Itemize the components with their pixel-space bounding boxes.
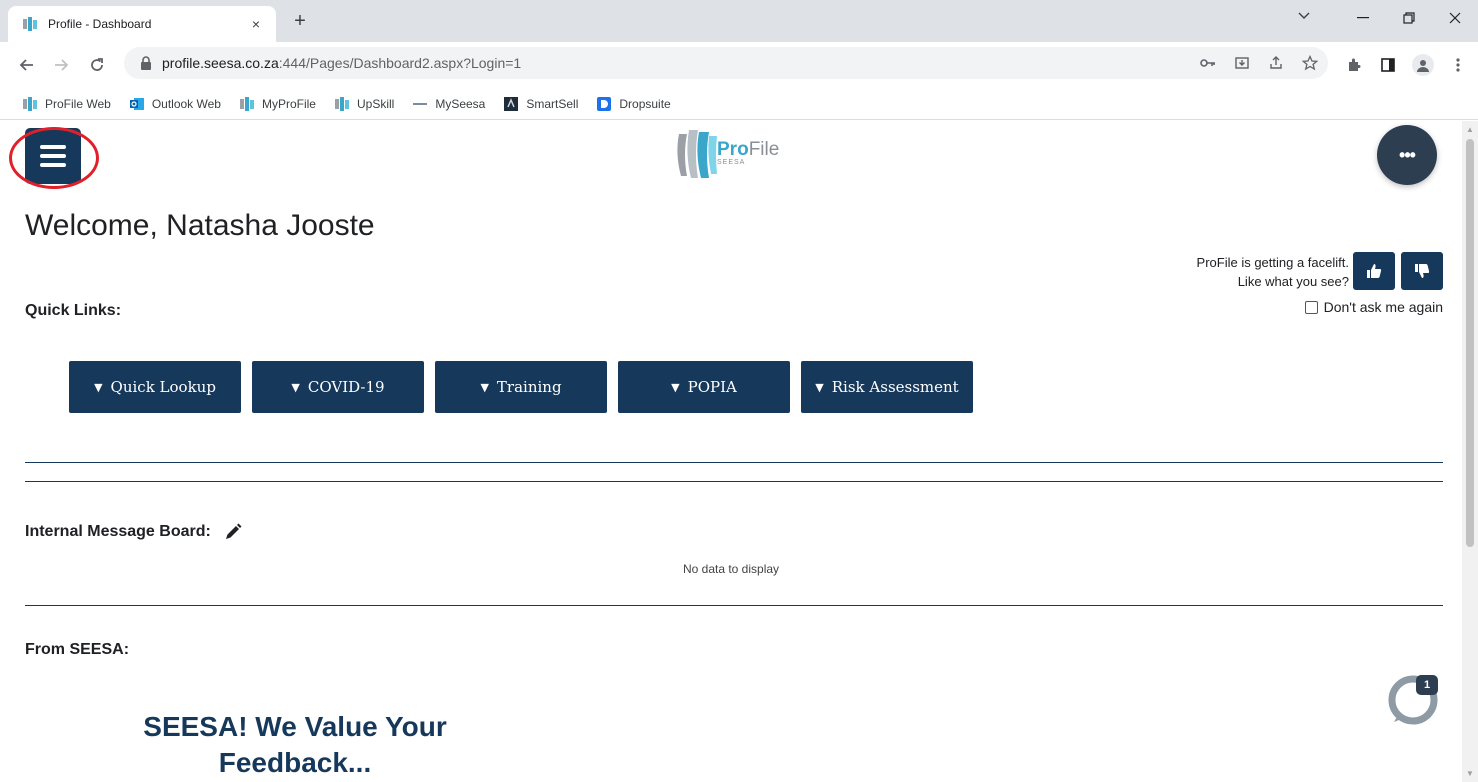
bookmark-outlook-web[interactable]: Outlook Web	[129, 96, 221, 112]
chevron-down-icon: ▼	[671, 380, 680, 394]
scroll-thumb[interactable]	[1466, 139, 1474, 547]
page-scrollbar[interactable]: ▲ ▼	[1462, 121, 1478, 782]
profile-logo: ProFile SEESA	[673, 126, 779, 182]
install-icon[interactable]	[1232, 53, 1252, 73]
facelift-prompt: ProFile is getting a facelift. Like what…	[1196, 255, 1349, 289]
profile-avatar-icon[interactable]	[1412, 54, 1434, 76]
browser-tab[interactable]: Profile - Dashboard ×	[8, 6, 276, 42]
from-seesa-label: From SEESA:	[25, 641, 130, 658]
chat-notification-badge: 1	[1416, 675, 1438, 695]
chevron-down-icon: ▼	[94, 380, 103, 394]
address-bar[interactable]: profile.seesa.co.za:444/Pages/Dashboard2…	[124, 47, 1328, 79]
star-icon[interactable]	[1300, 53, 1320, 73]
smartsell-icon	[504, 96, 519, 111]
welcome-heading: Welcome, Natasha Jooste	[25, 209, 375, 242]
profile-icon	[23, 96, 37, 111]
checkbox-box[interactable]	[1304, 300, 1318, 314]
outlook-icon	[129, 97, 144, 110]
no-data-message: No data to display	[682, 562, 780, 576]
bookmark-upskill[interactable]: UpSkill	[334, 96, 394, 112]
browser-toolbar: profile.seesa.co.za:444/Pages/Dashboard2…	[0, 42, 1478, 88]
hamburger-menu-button[interactable]	[25, 128, 81, 184]
bookmark-myprofile[interactable]: MyProFile	[239, 96, 316, 112]
hamburger-icon	[40, 145, 66, 149]
chevron-down-icon: ▼	[291, 380, 300, 394]
scroll-down-icon[interactable]: ▼	[1466, 769, 1474, 778]
extensions-icon[interactable]	[1344, 55, 1364, 75]
page-content: ProFile SEESA ••• Welcome, Natasha Joost…	[0, 121, 1462, 782]
reload-icon[interactable]	[84, 52, 110, 78]
training-button[interactable]: ▼ Training	[435, 361, 607, 413]
share-icon[interactable]	[1266, 53, 1286, 73]
popia-button[interactable]: ▼ POPIA	[618, 361, 790, 413]
quick-links-label: Quick Links:	[25, 302, 122, 319]
profile-logo-icon	[677, 130, 717, 178]
new-tab-button[interactable]: +	[288, 10, 312, 34]
key-icon[interactable]	[1198, 53, 1218, 73]
tab-search-icon[interactable]	[1298, 9, 1310, 23]
bookmark-dropsuite[interactable]: Dropsuite	[596, 96, 671, 112]
minimize-icon[interactable]	[1340, 0, 1386, 36]
back-arrow-icon[interactable]	[14, 52, 40, 78]
feedback-heading: SEESA! We Value Your Feedback...	[143, 711, 447, 778]
thumbs-down-button[interactable]	[1401, 252, 1443, 290]
bookmark-myseesa[interactable]: MySeesa	[412, 96, 485, 112]
bookmarks-bar: ProFile Web Outlook Web MyProFile UpSkil…	[0, 88, 1478, 120]
thumbs-up-icon	[1367, 264, 1382, 278]
covid-19-button[interactable]: ▼ COVID-19	[252, 361, 424, 413]
divider	[25, 462, 1443, 463]
close-window-icon[interactable]	[1432, 0, 1478, 36]
kebab-menu-icon[interactable]	[1448, 55, 1468, 75]
risk-assessment-button[interactable]: ▼ Risk Assessment	[801, 361, 973, 413]
dont-ask-again-checkbox[interactable]: Don't ask me again	[1304, 299, 1443, 315]
lock-icon	[141, 56, 151, 70]
restore-icon[interactable]	[1386, 0, 1432, 36]
message-board-label: Internal Message Board:	[25, 522, 243, 542]
pencil-edit-icon[interactable]	[223, 522, 243, 542]
browser-tab-bar: Profile - Dashboard × +	[0, 0, 1478, 42]
forward-arrow-icon[interactable]	[48, 52, 74, 78]
url-text: profile.seesa.co.za:444/Pages/Dashboard2…	[162, 55, 522, 71]
profile-icon	[334, 96, 349, 111]
dropsuite-icon	[597, 96, 612, 111]
side-panel-icon[interactable]	[1378, 55, 1398, 75]
tab-close-icon[interactable]: ×	[246, 16, 266, 32]
bookmark-smartsell[interactable]: SmartSell	[503, 96, 578, 112]
divider	[25, 605, 1443, 606]
thumbs-up-button[interactable]	[1353, 252, 1395, 290]
bookmark-profile-web[interactable]: ProFile Web	[22, 96, 111, 112]
tab-title: Profile - Dashboard	[48, 17, 152, 31]
scroll-up-icon[interactable]: ▲	[1466, 125, 1474, 134]
window-controls	[1340, 0, 1478, 36]
profile-favicon-icon	[23, 17, 37, 31]
more-options-button[interactable]: •••	[1377, 125, 1437, 185]
seesa-icon	[413, 102, 428, 105]
divider	[25, 481, 1443, 482]
chevron-down-icon: ▼	[815, 380, 824, 394]
quick-lookup-button[interactable]: ▼ Quick Lookup	[69, 361, 241, 413]
profile-icon	[239, 96, 254, 111]
chevron-down-icon: ▼	[480, 380, 489, 394]
thumbs-down-icon	[1415, 264, 1430, 278]
